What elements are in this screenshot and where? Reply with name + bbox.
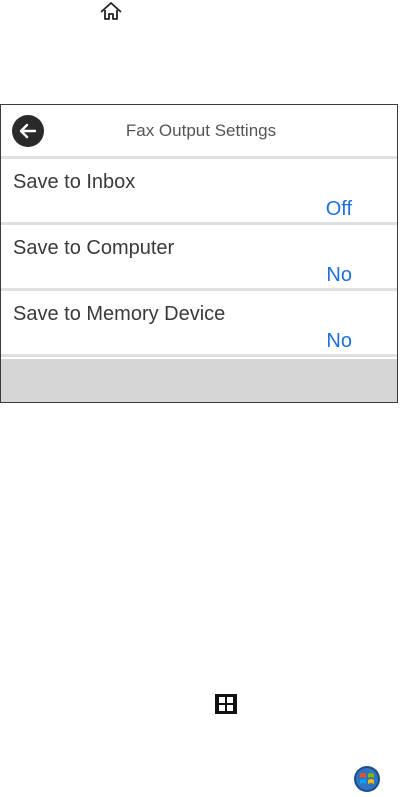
page: Fax Output Settings Save to Inbox Off Sa… — [0, 0, 401, 797]
page-title: Fax Output Settings — [125, 121, 277, 140]
panel-header: Fax Output Settings — [1, 105, 397, 159]
setting-value: No — [326, 264, 352, 286]
home-icon — [98, 0, 124, 24]
setting-label: Save to Memory Device — [13, 303, 226, 325]
windows-7-orb-icon — [353, 765, 381, 793]
setting-row-save-to-computer[interactable]: Save to Computer No — [1, 227, 397, 291]
windows-start-icon — [215, 694, 237, 714]
setting-row-save-to-memory-device[interactable]: Save to Memory Device No — [1, 293, 397, 357]
setting-value: Off — [325, 198, 352, 220]
panel-footer — [1, 359, 397, 402]
setting-row-save-to-inbox[interactable]: Save to Inbox Off — [1, 161, 397, 225]
setting-label: Save to Computer — [13, 237, 175, 259]
fax-output-settings-panel: Fax Output Settings Save to Inbox Off Sa… — [0, 104, 398, 403]
setting-label: Save to Inbox — [13, 171, 136, 193]
setting-value: No — [326, 330, 352, 352]
